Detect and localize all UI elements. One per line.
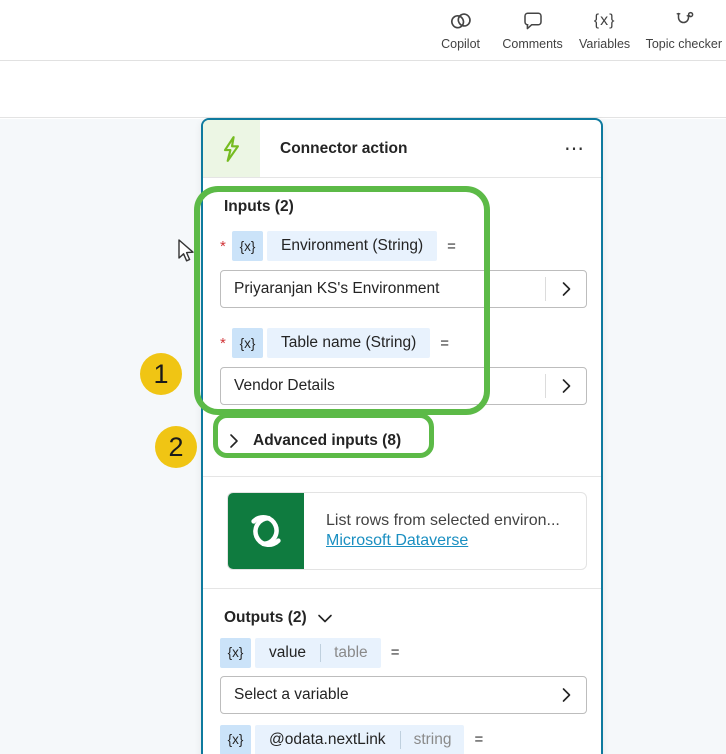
output-name-value: value: [269, 643, 307, 661]
inputs-heading: Inputs (2): [224, 198, 294, 215]
copilot-studio-canvas: Copilot Comments {x} Variables Topic che…: [0, 0, 726, 754]
action-icon-box: [203, 120, 260, 177]
comments-label: Comments: [502, 36, 563, 51]
connector-text: List rows from selected environ... Micro…: [304, 493, 560, 569]
topic-checker-label: Topic checker: [645, 36, 722, 51]
copilot-button[interactable]: Copilot: [430, 8, 492, 51]
output-type-table: table: [334, 643, 368, 661]
select-variable-placeholder: Select a variable: [234, 686, 349, 703]
chevron-right-icon: [230, 434, 238, 448]
annotation-step-2-badge: 2: [155, 426, 197, 468]
lightning-bolt-icon: [223, 135, 239, 162]
chevron-down-icon: [317, 614, 332, 622]
output-name-odata-nextlink: @odata.nextLink: [269, 730, 386, 748]
variables-button[interactable]: {x} Variables: [574, 8, 636, 51]
chevron-right-icon[interactable]: [546, 378, 586, 394]
output-row-odata-nextlink: {x} @odata.nextLink string =: [220, 724, 584, 754]
variable-badge-icon: {x}: [220, 724, 251, 754]
advanced-inputs-toggle[interactable]: Advanced inputs (8): [228, 424, 584, 458]
output-type-string: string: [413, 730, 452, 748]
chevron-right-icon[interactable]: [546, 687, 586, 703]
input-label-table-name: Table name (String): [281, 334, 417, 351]
secondary-toolbar-strip: [0, 62, 726, 118]
output-row-value: {x} value table =: [220, 637, 584, 668]
node-header: Connector action ⋯: [203, 120, 601, 178]
dataverse-logo-icon: [228, 493, 304, 569]
copilot-icon: [448, 8, 474, 34]
variable-badge-icon: {x}: [232, 231, 263, 261]
section-divider: [203, 588, 601, 589]
connector-info-card[interactable]: List rows from selected environ... Micro…: [227, 492, 587, 570]
input-row-table-name: * {x} Table name (String) =: [220, 328, 584, 358]
node-body: Inputs (2) * {x} Environment (String) = …: [203, 198, 601, 754]
input-label-environment: Environment (String): [281, 237, 424, 254]
variable-badge-icon: {x}: [232, 328, 263, 358]
variables-icon: {x}: [593, 11, 616, 29]
environment-value-field[interactable]: Priyaranjan KS's Environment: [220, 270, 587, 308]
outputs-toggle[interactable]: Outputs (2): [224, 609, 584, 627]
node-title: Connector action: [280, 139, 408, 157]
environment-value: Priyaranjan KS's Environment: [234, 280, 440, 297]
comments-icon: [521, 8, 545, 34]
topic-checker-button[interactable]: Topic checker: [646, 8, 722, 51]
more-options-icon[interactable]: ⋯: [564, 139, 585, 159]
table-name-value: Vendor Details: [234, 377, 335, 394]
chevron-right-icon[interactable]: [546, 281, 586, 297]
required-asterisk: *: [220, 237, 226, 255]
select-variable-field[interactable]: Select a variable: [220, 676, 587, 714]
variable-badge-icon: {x}: [220, 637, 251, 668]
table-name-value-field[interactable]: Vendor Details: [220, 367, 587, 405]
connector-link[interactable]: Microsoft Dataverse: [326, 532, 468, 550]
connector-action-title: List rows from selected environ...: [326, 512, 560, 529]
top-toolbar: Copilot Comments {x} Variables Topic che…: [0, 0, 726, 61]
variables-label: Variables: [578, 36, 631, 51]
copilot-label: Copilot: [441, 36, 481, 51]
advanced-inputs-label: Advanced inputs (8): [253, 432, 402, 449]
equals-sign: =: [440, 334, 450, 352]
input-row-environment: * {x} Environment (String) =: [220, 231, 584, 261]
equals-sign: =: [474, 731, 484, 748]
topic-checker-icon: [672, 8, 696, 34]
outputs-heading: Outputs (2): [224, 609, 307, 626]
required-asterisk: *: [220, 334, 226, 352]
section-divider: [203, 476, 601, 477]
connector-action-node[interactable]: Connector action ⋯ Inputs (2) * {x} Envi…: [201, 118, 603, 754]
annotation-step-1-badge: 1: [140, 353, 182, 395]
equals-sign: =: [447, 237, 456, 255]
comments-button[interactable]: Comments: [502, 8, 564, 51]
equals-sign: =: [390, 644, 400, 661]
